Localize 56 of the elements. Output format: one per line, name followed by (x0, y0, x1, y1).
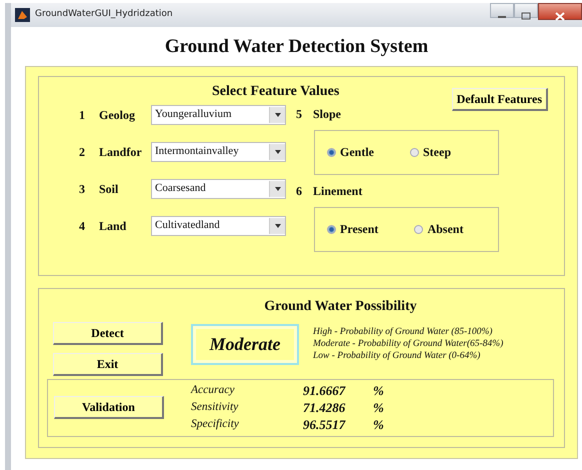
caret-icon (269, 218, 285, 234)
metric-unit: % (373, 399, 385, 416)
window-title: GroundWaterGUI_Hydridzation (35, 8, 173, 22)
app-heading: Ground Water Detection System (164, 35, 430, 59)
dropdown[interactable]: Coarsesand (151, 178, 286, 198)
feature-label: Land (99, 218, 128, 234)
app-icon (15, 8, 30, 22)
caret-icon (269, 144, 285, 160)
metric-unit: % (373, 416, 385, 433)
dropdown[interactable]: Youngeralluvium (151, 104, 286, 124)
feature-number: 6 (296, 182, 303, 200)
metric-value: 71.4286 (303, 399, 346, 416)
feature-number: 4 (79, 218, 86, 234)
caret-icon (269, 180, 285, 196)
default-features-button[interactable]: Default Features (452, 88, 548, 110)
legend-text: High - Probability of Ground Water (85-100%) (313, 326, 494, 338)
radio-label: Absent (427, 221, 464, 238)
dropdown[interactable]: Intermontainvalley (151, 142, 286, 162)
legend-text: Moderate - Probability of Ground Water(65-84%) (313, 338, 504, 350)
radio-button[interactable] (327, 148, 336, 156)
feature-number: 2 (79, 144, 86, 160)
feature-label: Slope (313, 106, 342, 122)
metric-value: 91.6667 (303, 382, 347, 399)
minimize-button[interactable] (490, 3, 514, 18)
radio-label: Gentle (340, 144, 374, 161)
minimize-icon (497, 13, 507, 20)
close-icon (555, 12, 565, 21)
radio-label: Present (340, 221, 378, 238)
metric-label: Sensitivity (191, 400, 240, 415)
caret-icon (269, 106, 285, 122)
action-button[interactable]: Detect (53, 322, 163, 344)
maximize-button[interactable] (514, 3, 538, 18)
metric-unit: % (373, 382, 385, 399)
action-button[interactable]: Exit (53, 352, 163, 376)
radio-button[interactable] (327, 224, 336, 234)
radio-label: Steep (423, 144, 451, 161)
feature-number: 1 (79, 106, 86, 124)
feature-label: Geolog (99, 106, 136, 124)
metric-value: 96.5517 (303, 416, 347, 433)
radio-button[interactable] (414, 224, 424, 234)
validation-button[interactable]: Validation (54, 396, 164, 419)
maximize-icon (521, 12, 531, 20)
metric-label: Specificity (191, 417, 240, 432)
feature-number: 3 (79, 180, 86, 198)
feature-label: Landfor (99, 144, 143, 160)
feature-number: 5 (296, 106, 303, 122)
panel-title: Ground Water Possibility (264, 298, 417, 314)
legend-text: Low - Probability of Ground Water (0-64%) (313, 350, 482, 362)
result-display: Moderate (191, 324, 299, 364)
radio-button[interactable] (410, 148, 419, 156)
dropdown[interactable]: Cultivatedland (151, 216, 286, 236)
feature-label: Linement (313, 182, 362, 200)
metric-label: Accuracy (191, 383, 236, 398)
close-button[interactable] (538, 3, 582, 20)
feature-label: Soil (99, 180, 120, 198)
panel-title: Select Feature Values (212, 82, 340, 100)
